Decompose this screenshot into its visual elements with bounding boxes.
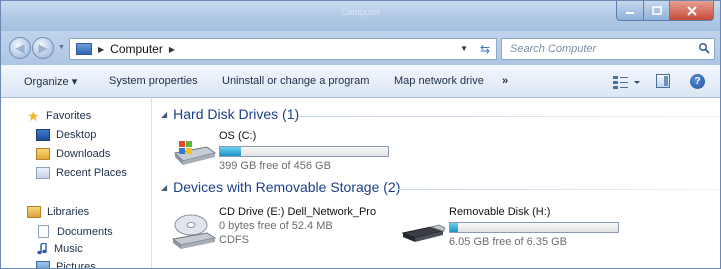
nav-desktop[interactable]: Desktop (36, 129, 96, 141)
drive-filesystem-cd-e: CDFS (219, 234, 249, 246)
group-title-hard-disk-drives: Hard Disk Drives (1) (173, 106, 300, 122)
drive-usage-bar-removable-h (449, 222, 619, 233)
collapse-arrow-icon[interactable]: ◢ (161, 110, 167, 119)
back-button[interactable]: ◀ (9, 37, 31, 59)
drive-usage-fill-removable-h (450, 223, 458, 232)
drive-usage-fill-os-c (220, 147, 241, 156)
hard-drive-icon (173, 141, 217, 165)
group-header-removable-storage[interactable]: ◢ Devices with Removable Storage (2) (161, 179, 400, 195)
usb-drive-icon (401, 224, 446, 242)
organize-button[interactable]: Organize ▾ (24, 75, 77, 88)
content-pane: ◢ Hard Disk Drives (1) OS (C:) 399 GB fr… (153, 98, 720, 268)
downloads-icon (36, 148, 50, 160)
recent-places-icon (36, 167, 50, 179)
nav-downloads-label: Downloads (56, 148, 111, 160)
search-placeholder: Search Computer (510, 43, 597, 55)
search-input[interactable]: Search Computer (501, 38, 715, 60)
address-row: ◀ ▶ ▼ ▶ Computer ▶ ▼ ⇆ Search Computer (1, 31, 720, 65)
nav-favorites[interactable]: ★ Favorites (27, 108, 92, 124)
group-divider (396, 189, 720, 190)
address-bar[interactable]: ▶ Computer ▶ ▼ ⇆ (69, 38, 497, 60)
maximize-icon (651, 5, 662, 15)
preview-pane-icon[interactable] (656, 74, 670, 88)
nav-documents-label: Documents (57, 225, 113, 238)
drive-name-cd-e: CD Drive (E:) Dell_Network_Pro (219, 206, 377, 218)
change-view-icon[interactable] (613, 75, 643, 89)
nav-documents[interactable]: Documents (36, 225, 113, 238)
nav-downloads[interactable]: Downloads (36, 148, 110, 160)
pictures-icon (36, 261, 50, 268)
explorer-window: Computer ◀ ▶ ▼ ▶ Computer ▶ ▼ ⇆ Search C… (0, 0, 721, 269)
uninstall-program-button[interactable]: Uninstall or change a program (222, 75, 369, 87)
breadcrumb-computer[interactable]: Computer (110, 42, 163, 56)
drive-free-cd-e: 0 bytes free of 52.4 MB (219, 220, 333, 232)
help-icon[interactable]: ? (690, 74, 705, 89)
map-network-drive-button[interactable]: Map network drive (394, 75, 484, 87)
refresh-icon[interactable]: ⇆ (480, 42, 490, 56)
nav-libraries[interactable]: Libraries (27, 206, 89, 218)
window-title: Computer (341, 7, 381, 17)
cd-drive-icon (171, 214, 217, 249)
drive-free-os-c: 399 GB free of 456 GB (219, 160, 331, 172)
drive-cd-e[interactable]: CD Drive (E:) Dell_Network_Pro 0 bytes f… (171, 205, 401, 255)
close-button[interactable] (670, 1, 714, 21)
group-divider (298, 116, 720, 117)
nav-favorites-label: Favorites (46, 110, 92, 122)
desktop-icon (36, 129, 50, 141)
nav-pictures-label: Pictures (56, 261, 96, 269)
drive-removable-h[interactable]: Removable Disk (H:) 6.05 GB free of 6.35… (401, 205, 631, 249)
nav-desktop-label: Desktop (56, 129, 97, 141)
computer-icon (76, 43, 92, 55)
breadcrumb-separator-icon[interactable]: ▶ (98, 45, 104, 54)
forward-arrow-icon: ▶ (38, 41, 48, 55)
nav-music-label: Music (54, 243, 83, 255)
libraries-icon (27, 206, 41, 218)
recent-pages-dropdown[interactable]: ▼ (58, 44, 65, 51)
system-properties-button[interactable]: System properties (109, 75, 198, 87)
music-icon (37, 243, 47, 255)
minimize-button[interactable] (616, 1, 644, 21)
drive-os-c[interactable]: OS (C:) 399 GB free of 456 GB (171, 129, 401, 173)
minimize-icon (626, 11, 634, 14)
maximize-button[interactable] (644, 1, 670, 21)
collapse-arrow-icon[interactable]: ◢ (161, 183, 167, 192)
group-header-hard-disk-drives[interactable]: ◢ Hard Disk Drives (1) (161, 106, 299, 122)
navigation-pane: ★ Favorites Desktop Downloads Recent Pla… (1, 98, 152, 269)
nav-recent-places[interactable]: Recent Places (36, 167, 127, 179)
drive-name-os-c: OS (C:) (219, 130, 257, 142)
group-title-removable-storage: Devices with Removable Storage (2) (173, 179, 401, 195)
command-bar: Organize ▾ System properties Uninstall o… (1, 65, 720, 98)
nav-recent-label: Recent Places (56, 167, 127, 179)
nav-music[interactable]: Music (36, 243, 83, 255)
nav-libraries-label: Libraries (47, 206, 90, 218)
star-icon: ★ (27, 108, 40, 124)
search-icon[interactable] (698, 42, 710, 54)
documents-icon (38, 225, 49, 238)
drive-usage-bar-os-c (219, 146, 389, 157)
nav-pictures[interactable]: Pictures (36, 261, 96, 269)
close-icon (686, 5, 697, 16)
address-dropdown-icon[interactable]: ▼ (460, 44, 468, 53)
forward-button[interactable]: ▶ (32, 37, 54, 59)
drive-free-removable-h: 6.05 GB free of 6.35 GB (449, 236, 568, 248)
drive-name-removable-h: Removable Disk (H:) (449, 206, 551, 218)
back-arrow-icon: ◀ (15, 41, 25, 55)
more-commands-button[interactable]: » (502, 75, 508, 87)
window-controls (616, 1, 714, 23)
breadcrumb-separator-icon[interactable]: ▶ (169, 45, 175, 54)
title-bar[interactable]: Computer (1, 1, 720, 31)
